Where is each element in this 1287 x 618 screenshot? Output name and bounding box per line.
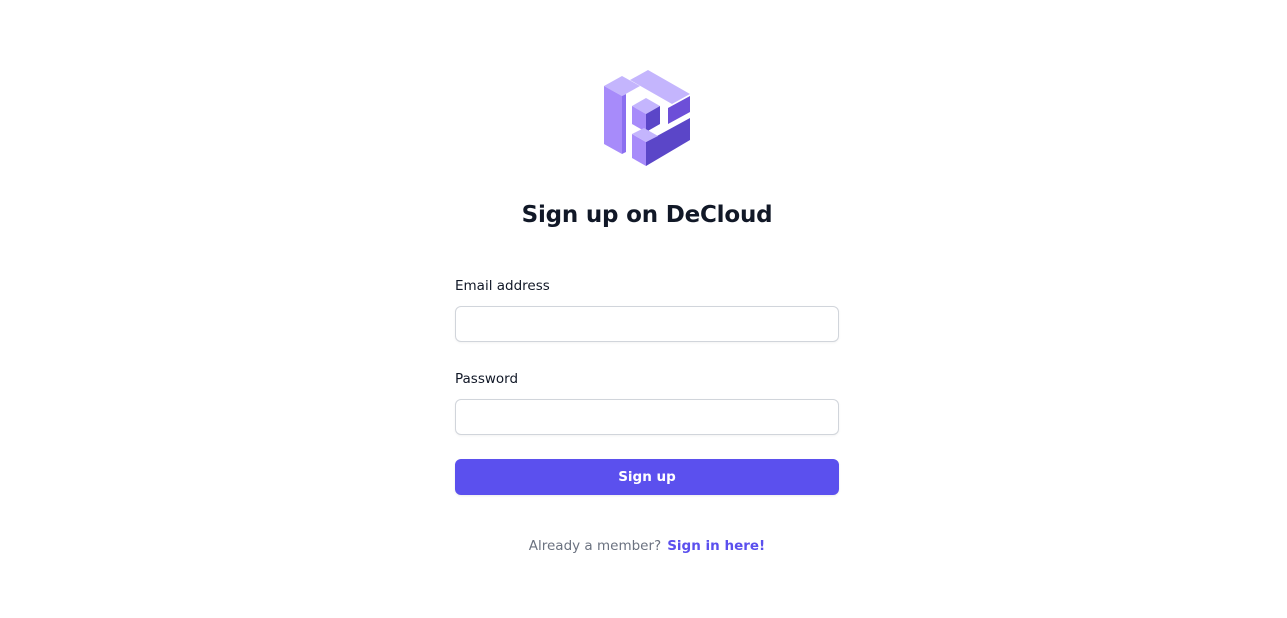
email-label: Email address	[455, 278, 550, 294]
password-label: Password	[455, 371, 519, 387]
signup-page: Sign up on DeCloud Email address Passwor…	[0, 0, 1287, 618]
page-title: Sign up on DeCloud	[521, 202, 773, 228]
sign-up-button[interactable]: Sign up	[455, 459, 839, 495]
already-member-text: Already a member?	[528, 538, 662, 554]
email-field[interactable]	[455, 306, 839, 342]
signup-form: Email address Password Sign up	[455, 277, 839, 495]
decloud-cube-logo-icon	[604, 70, 690, 166]
sign-in-link[interactable]: Sign in here!	[667, 538, 765, 554]
password-group: Password	[455, 370, 839, 435]
signin-prompt: Already a member? Sign in here!	[0, 537, 1287, 555]
password-field[interactable]	[455, 399, 839, 435]
